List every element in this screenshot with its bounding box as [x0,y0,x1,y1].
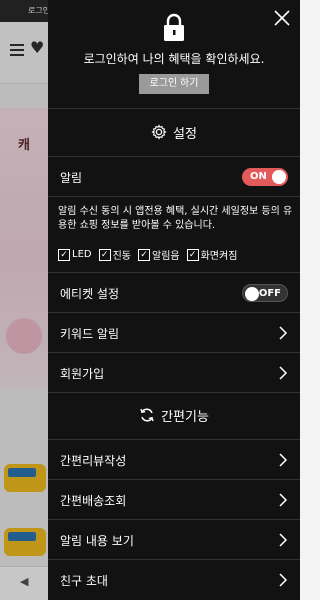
divider [48,156,300,157]
option-label: LED [72,249,92,260]
etiquette-toggle-label: OFF [258,288,281,299]
notification-view-row[interactable]: 알림 내용 보기 [48,521,300,559]
alarm-label: 알림 [60,170,83,185]
dim-overlay[interactable] [0,0,48,600]
invite-friend-row[interactable]: 친구 초대 [48,561,300,599]
alarm-options: ✓ LED ✓ 진동 ✓ 알림음 ✓ 화면켜짐 [58,247,237,262]
option-label: 화면켜짐 [200,251,238,262]
toggle-knob [272,170,286,184]
chevron-right-icon [279,533,288,547]
option-screen-on[interactable]: ✓ 화면켜짐 [186,247,238,262]
divider [48,196,300,197]
delivery-track-row[interactable]: 간편배송조회 [48,481,300,519]
login-button[interactable]: 로그인 하기 [139,74,209,94]
chevron-right-icon [279,453,288,467]
settings-header: 설정 [48,110,300,154]
divider [48,439,300,440]
divider [48,519,300,520]
signup-row[interactable]: 회원가입 [48,354,300,392]
option-sound[interactable]: ✓ 알림음 [138,247,180,262]
quick-functions-title: 간편기능 [161,409,209,425]
quick-review-row[interactable]: 간편리뷰작성 [48,441,300,479]
close-button[interactable] [272,8,292,28]
toggle-knob [245,287,259,301]
checkbox-checked-icon: ✓ [98,248,111,261]
option-label: 알림음 [152,251,180,262]
invite-friend-label: 친구 초대 [60,573,108,588]
divider [48,108,300,109]
login-message: 로그인하여 나의 혜택을 확인하세요. [83,52,265,66]
divider [48,272,300,273]
divider [48,479,300,480]
divider [48,352,300,353]
chevron-right-icon [279,493,288,507]
close-icon [274,10,290,26]
option-led[interactable]: ✓ LED [58,247,92,262]
gear-icon [151,124,167,140]
alarm-toggle[interactable]: ON [242,168,288,186]
chevron-right-icon [279,366,288,380]
settings-title: 설정 [173,126,197,142]
keyword-alarm-label: 키워드 알림 [60,326,120,341]
etiquette-toggle[interactable]: OFF [242,284,288,302]
alarm-toggle-label: ON [250,171,267,182]
option-label: 진동 [112,251,131,262]
alarm-row: 알림 ON [48,158,300,196]
etiquette-row: 에티켓 설정 OFF [48,274,300,312]
delivery-track-label: 간편배송조회 [60,493,127,508]
lock-icon [164,13,184,41]
keyword-alarm-row[interactable]: 키워드 알림 [48,314,300,352]
checkbox-checked-icon: ✓ [58,248,70,261]
checkbox-checked-icon: ✓ [138,248,150,261]
divider [48,559,300,560]
quick-review-label: 간편리뷰작성 [60,453,127,468]
chevron-right-icon [279,573,288,587]
side-drawer: 로그인하여 나의 혜택을 확인하세요. 로그인 하기 설정 알림 ON 알림 수… [48,0,300,600]
notification-view-label: 알림 내용 보기 [60,533,134,548]
checkbox-checked-icon: ✓ [186,248,199,261]
etiquette-label: 에티켓 설정 [60,286,120,301]
signup-label: 회원가입 [60,366,105,381]
quick-functions-header: 간편기능 [48,393,300,437]
refresh-icon [140,408,154,422]
option-vibration[interactable]: ✓ 진동 [98,247,131,262]
divider [48,312,300,313]
alarm-description: 알림 수신 동의 시 앱전용 혜택, 실시간 세일정보 등의 유용한 쇼핑 정보… [58,206,293,231]
chevron-right-icon [279,326,288,340]
